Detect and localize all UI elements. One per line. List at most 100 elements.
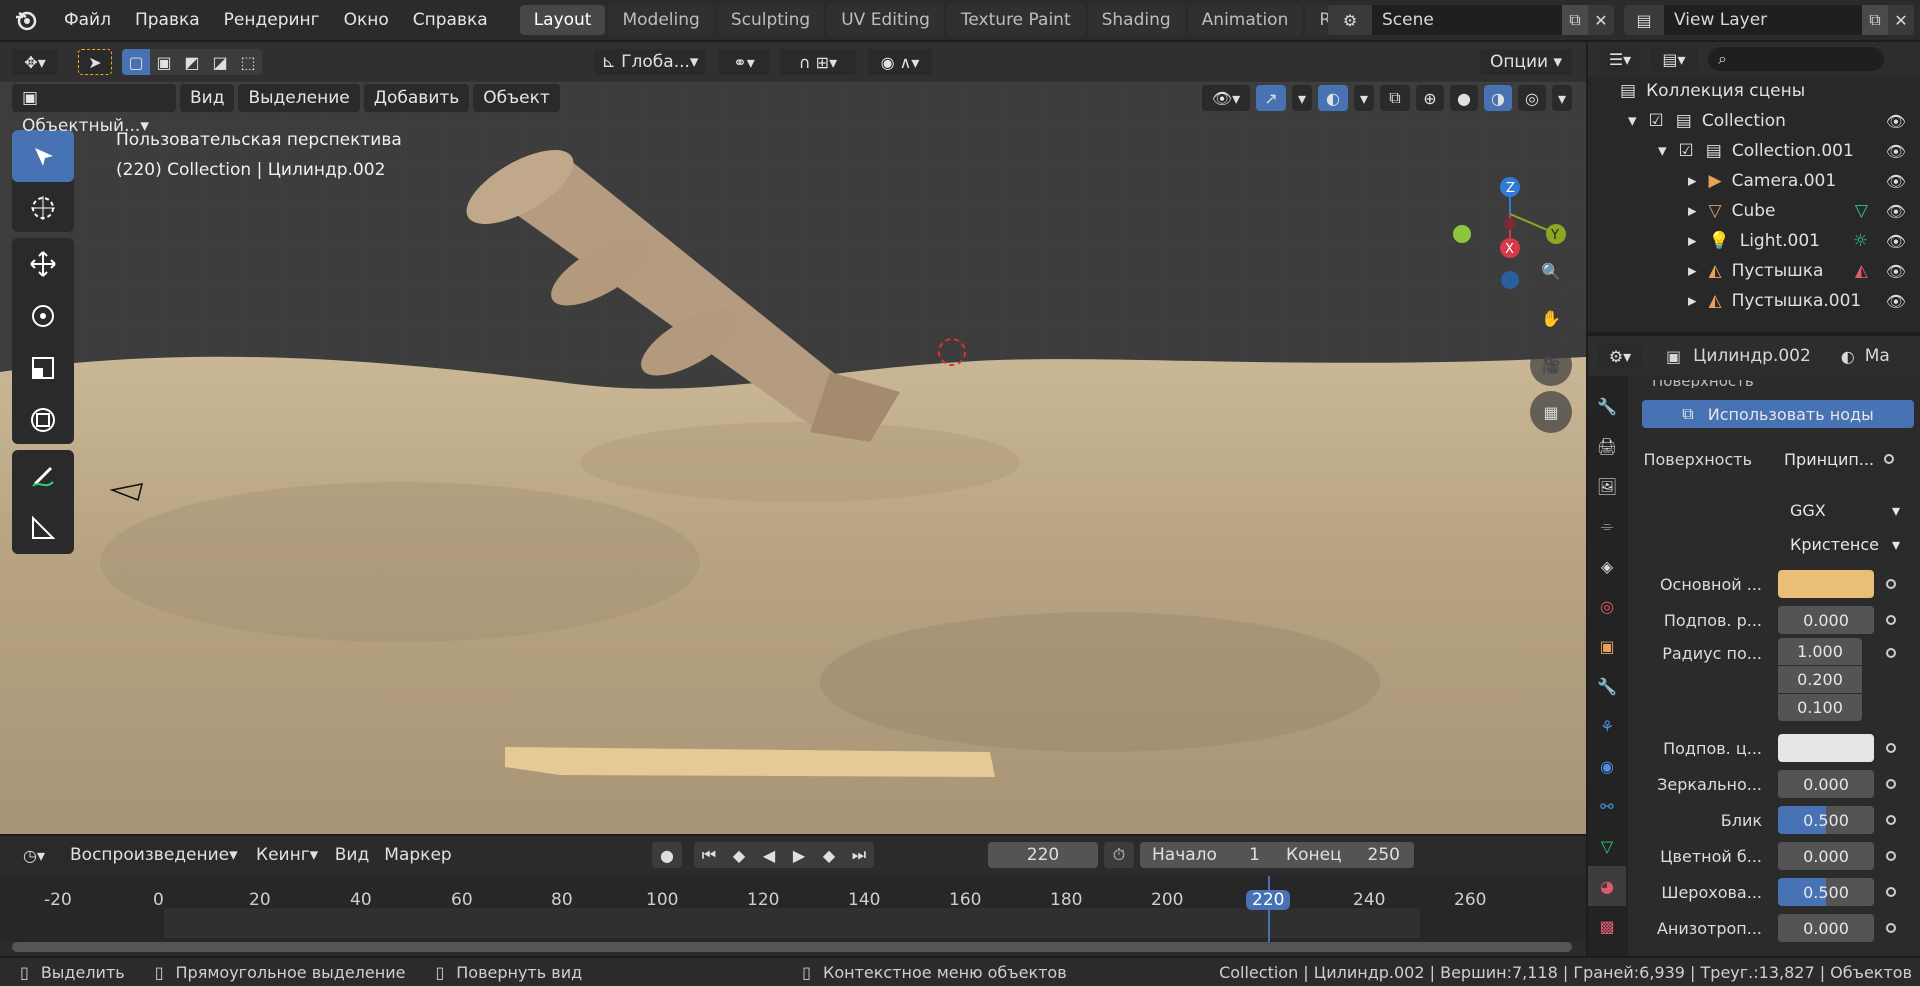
tab-modeling[interactable]: Modeling: [608, 5, 714, 35]
texture-tab-icon[interactable]: ▩: [1588, 906, 1626, 946]
next-keyframe-icon[interactable]: ◆: [814, 842, 844, 868]
socket-icon[interactable]: [1886, 815, 1896, 825]
playback-dropdown[interactable]: Воспроизведение ▾: [62, 842, 242, 868]
socket-icon[interactable]: [1886, 648, 1896, 658]
checkbox-icon[interactable]: ☑: [1679, 141, 1694, 161]
chevron-down-icon[interactable]: ▾: [1552, 85, 1572, 111]
current-frame-field[interactable]: 220: [988, 842, 1098, 868]
search-input[interactable]: ⌕: [1708, 47, 1884, 71]
eye-icon[interactable]: 👁: [1886, 202, 1906, 221]
display-mode-icon[interactable]: ▤▾: [1650, 46, 1698, 72]
specular-tint-field[interactable]: 0.000: [1778, 842, 1874, 870]
roughness-slider[interactable]: 0.500: [1778, 878, 1874, 906]
camera-icon[interactable]: 🎥: [1530, 344, 1572, 386]
tool-tab-icon[interactable]: 🔧: [1588, 386, 1626, 426]
mode-dropdown[interactable]: ▣ Объектный...▾: [12, 84, 176, 136]
prev-keyframe-icon[interactable]: ◆: [724, 842, 754, 868]
checkbox-icon[interactable]: ☑: [1649, 111, 1664, 131]
zoom-icon[interactable]: 🔍: [1530, 250, 1572, 292]
eye-icon[interactable]: 👁: [1886, 262, 1906, 281]
surface-shader-field[interactable]: Принцип...: [1776, 445, 1902, 473]
modifier-tab-icon[interactable]: 🔧: [1588, 666, 1626, 706]
editor-type-icon[interactable]: ◷▾: [12, 842, 56, 868]
measure-tool-icon[interactable]: [12, 502, 74, 554]
object-tab-icon[interactable]: ▣: [1588, 626, 1626, 666]
outliner-row-empty-001[interactable]: ▸ ◭ Пустышка.001 👁: [1588, 286, 1920, 316]
rendered-shading-icon[interactable]: ◎: [1518, 85, 1546, 111]
socket-icon[interactable]: [1886, 923, 1896, 933]
tab-animation[interactable]: Animation: [1187, 5, 1303, 35]
expand-icon[interactable]: ▾: [1658, 141, 1667, 161]
use-nodes-button[interactable]: ⧉ Использовать ноды: [1642, 400, 1914, 428]
expand-icon[interactable]: ▸: [1688, 291, 1697, 311]
world-tab-icon[interactable]: ◎: [1588, 586, 1626, 626]
menu-window[interactable]: Окно: [332, 0, 401, 40]
subsurface-field[interactable]: 0.000: [1778, 606, 1874, 634]
menu-help[interactable]: Справка: [401, 0, 500, 40]
select-intersect-icon[interactable]: ⬚: [234, 49, 262, 75]
outliner-row-collection[interactable]: ▾ ☑ ▤ Collection 👁: [1588, 106, 1920, 136]
anisotropic-field[interactable]: 0.000: [1778, 914, 1874, 942]
menu-select[interactable]: Выделение: [238, 84, 360, 112]
subsurface-method-dropdown[interactable]: Кристенсе ▾: [1782, 530, 1908, 558]
scene-name[interactable]: Scene: [1372, 5, 1562, 35]
pivot-icon[interactable]: ⚭▾: [718, 49, 770, 75]
view-layer-browse-icon[interactable]: ▤: [1624, 5, 1664, 35]
cursor-tool-icon[interactable]: [12, 182, 74, 234]
outliner-row-collection-001[interactable]: ▾ ☑ ▤ Collection.001 👁: [1588, 136, 1920, 166]
orientation-dropdown[interactable]: ⊾ Глоба... ▾: [594, 49, 706, 75]
proportional-edit-icon[interactable]: ◉ ∧▾: [868, 49, 932, 75]
metallic-field[interactable]: 0.000: [1778, 770, 1874, 798]
menu-edit[interactable]: Правка: [123, 0, 212, 40]
zoom-nav-button[interactable]: 🔍: [1530, 250, 1572, 292]
expand-icon[interactable]: ▾: [1628, 111, 1637, 131]
annotate-tool-icon[interactable]: [12, 450, 74, 502]
view-layer-name[interactable]: View Layer: [1664, 5, 1862, 35]
overlay-icon[interactable]: ◐: [1318, 85, 1348, 111]
tab-texture-paint[interactable]: Texture Paint: [946, 5, 1085, 35]
stopwatch-icon[interactable]: ⏱: [1104, 842, 1134, 868]
record-icon[interactable]: ●: [652, 842, 682, 868]
camera-nav-button[interactable]: 🎥: [1530, 344, 1572, 386]
jump-end-icon[interactable]: ⏭: [844, 842, 874, 868]
play-reverse-icon[interactable]: ◀: [754, 842, 784, 868]
outliner-scene-collection[interactable]: ▤ Коллекция сцены: [1588, 76, 1920, 106]
view-layer-tab-icon[interactable]: ⌯: [1588, 506, 1626, 546]
timeline-area[interactable]: [0, 876, 1586, 942]
socket-icon[interactable]: [1886, 743, 1896, 753]
material-shading-icon[interactable]: ◑: [1484, 85, 1512, 111]
eye-icon[interactable]: 👁: [1886, 232, 1906, 251]
subsurface-color-swatch[interactable]: [1778, 734, 1874, 762]
socket-icon[interactable]: [1886, 887, 1896, 897]
jump-start-icon[interactable]: ⏮: [694, 842, 724, 868]
wireframe-shading-icon[interactable]: ⊕: [1416, 85, 1444, 111]
new-view-layer-icon[interactable]: ⧉: [1862, 5, 1888, 35]
visibility-icon[interactable]: 👁▾: [1202, 85, 1250, 111]
output-tab-icon[interactable]: 🖼: [1588, 466, 1626, 506]
menu-render[interactable]: Рендеринг: [212, 0, 332, 40]
socket-icon[interactable]: [1886, 779, 1896, 789]
eye-icon[interactable]: 👁: [1886, 292, 1906, 311]
solid-shading-icon[interactable]: ●: [1450, 85, 1478, 111]
distribution-dropdown[interactable]: GGX ▾: [1782, 496, 1908, 524]
play-icon[interactable]: ▶: [784, 842, 814, 868]
outliner-row-empty[interactable]: ▸ ◭ Пустышка ◭ 👁: [1588, 256, 1920, 286]
gizmo-icon[interactable]: ↗: [1256, 85, 1286, 111]
ortho-nav-button[interactable]: ▦: [1530, 391, 1572, 433]
tab-layout[interactable]: Layout: [519, 5, 606, 35]
expand-icon[interactable]: ▸: [1688, 261, 1697, 281]
specular-slider[interactable]: 0.500: [1778, 806, 1874, 834]
scale-tool-icon[interactable]: [12, 342, 74, 394]
eye-icon[interactable]: 👁: [1886, 142, 1906, 161]
end-frame-field[interactable]: Конец 250: [1272, 842, 1414, 868]
select-extend-icon[interactable]: ▣: [150, 49, 178, 75]
scene-browse-icon[interactable]: ⚙: [1328, 5, 1372, 35]
grid-icon[interactable]: ▦: [1530, 391, 1572, 433]
timeline-menu-marker[interactable]: Маркер: [380, 842, 456, 868]
hand-icon[interactable]: ✋: [1530, 297, 1572, 339]
outliner-row-cube[interactable]: ▸ ▽ Cube ▽ 👁: [1588, 196, 1920, 226]
start-frame-field[interactable]: Начало 1: [1140, 842, 1272, 868]
chevron-down-icon[interactable]: ▾: [1292, 85, 1312, 111]
options-dropdown[interactable]: Опции ▾: [1480, 49, 1572, 75]
3d-viewport[interactable]: Пользовательская перспектива (220) Colle…: [0, 42, 1586, 834]
